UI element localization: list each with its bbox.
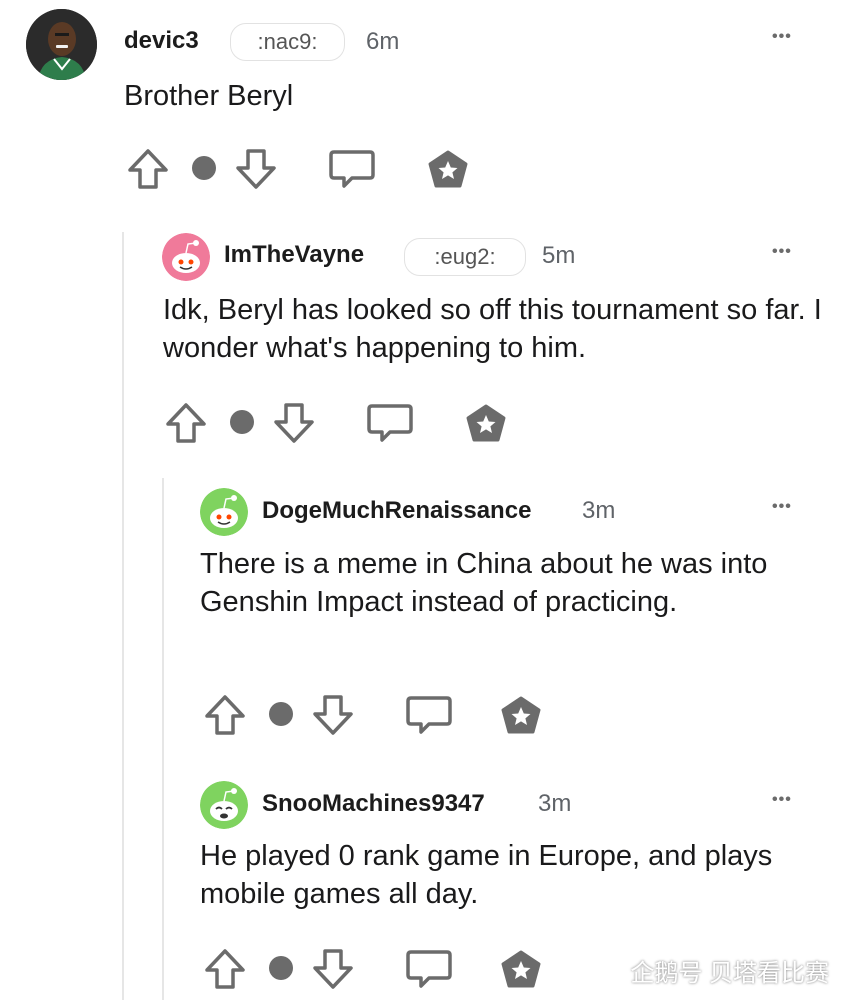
vote-score-dot <box>269 702 293 726</box>
reply-icon[interactable] <box>366 402 414 444</box>
award-icon[interactable] <box>426 150 470 190</box>
timestamp: 6m <box>366 28 400 55</box>
upvote-icon[interactable] <box>165 402 207 444</box>
comment-body: Idk, Beryl has looked so off this tourna… <box>163 294 822 364</box>
snoo-avatar-icon <box>162 233 210 281</box>
comment-actions <box>124 144 484 194</box>
comment-actions <box>162 398 522 448</box>
user-avatar[interactable] <box>26 9 97 80</box>
comment-body: There is a meme in China about he was in… <box>200 548 768 618</box>
upvote-icon[interactable] <box>204 694 246 736</box>
downvote-icon[interactable] <box>312 694 354 736</box>
downvote-icon[interactable] <box>312 948 354 990</box>
comment-actions <box>201 944 561 994</box>
timestamp: 5m <box>542 242 576 269</box>
more-options-button[interactable]: ••• <box>772 28 792 46</box>
username[interactable]: ImTheVayne <box>224 241 364 269</box>
more-options-button[interactable]: ••• <box>772 791 792 809</box>
timestamp: 3m <box>582 497 616 524</box>
downvote-icon[interactable] <box>273 402 315 444</box>
watermark-text: 企鹅号 贝塔看比赛 <box>630 960 829 987</box>
thread-line-level-1[interactable] <box>122 232 124 1000</box>
more-options-button[interactable]: ••• <box>772 498 792 516</box>
reply-icon[interactable] <box>405 948 453 990</box>
vote-score-dot <box>269 956 293 980</box>
player-photo-icon <box>26 9 97 80</box>
thread-line-level-2[interactable] <box>162 478 164 1000</box>
reply-icon[interactable] <box>328 148 376 190</box>
downvote-icon[interactable] <box>235 148 277 190</box>
snoo-avatar-icon <box>200 488 248 536</box>
comment-body: Brother Beryl <box>124 80 294 112</box>
vote-score-dot <box>230 410 254 434</box>
watermark: 企鹅号 贝塔看比赛 <box>598 953 829 988</box>
comment-body: He played 0 rank game in Europe, and pla… <box>200 840 773 910</box>
award-icon[interactable] <box>499 696 543 736</box>
user-avatar[interactable] <box>200 488 248 536</box>
award-icon[interactable] <box>464 404 508 444</box>
upvote-icon[interactable] <box>204 948 246 990</box>
penguin-logo-icon <box>601 962 621 987</box>
user-flair: :nac9: <box>230 23 345 61</box>
timestamp: 3m <box>538 790 572 817</box>
comment-actions <box>201 690 561 740</box>
snoo-avatar-icon <box>200 781 248 829</box>
reply-icon[interactable] <box>405 694 453 736</box>
user-avatar[interactable] <box>200 781 248 829</box>
username[interactable]: devic3 <box>124 27 199 55</box>
username[interactable]: SnooMachines9347 <box>262 790 485 818</box>
vote-score-dot <box>192 156 216 180</box>
user-flair: :eug2: <box>404 238 526 276</box>
more-options-button[interactable]: ••• <box>772 243 792 261</box>
username[interactable]: DogeMuchRenaissance <box>262 497 531 525</box>
award-icon[interactable] <box>499 950 543 990</box>
upvote-icon[interactable] <box>127 148 169 190</box>
user-avatar[interactable] <box>162 233 210 281</box>
